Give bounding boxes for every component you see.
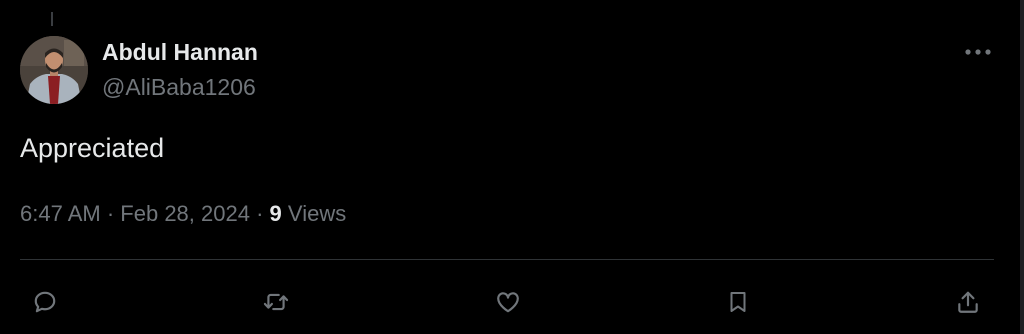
reply-icon xyxy=(34,291,56,313)
views-count: 9 xyxy=(269,201,282,226)
reply-button[interactable] xyxy=(25,282,65,322)
more-horizontal-icon xyxy=(965,49,991,55)
author-display-name[interactable]: Abdul Hannan xyxy=(102,38,258,66)
avatar-photo xyxy=(20,36,88,104)
views-label: Views xyxy=(287,201,347,226)
more-options-button[interactable] xyxy=(958,36,998,68)
retweet-icon xyxy=(263,293,289,311)
avatar[interactable] xyxy=(20,36,88,104)
scrollbar-track xyxy=(1020,0,1024,334)
bookmark-button[interactable] xyxy=(718,282,758,322)
bookmark-icon xyxy=(730,292,746,312)
tweet-time[interactable]: 6:47 AM xyxy=(20,201,101,226)
thread-connector-line xyxy=(51,12,53,26)
divider xyxy=(20,259,994,260)
share-button[interactable] xyxy=(948,282,988,322)
heart-icon xyxy=(497,292,519,313)
meta-separator: · xyxy=(256,201,264,226)
retweet-button[interactable] xyxy=(256,282,296,322)
author-handle[interactable]: @AliBaba1206 xyxy=(102,73,256,101)
like-button[interactable] xyxy=(488,282,528,322)
share-icon xyxy=(958,291,978,313)
tweet-meta: 6:47 AM · Feb 28, 2024 · 9 Views xyxy=(20,199,346,229)
meta-separator: · xyxy=(106,201,115,226)
tweet-date[interactable]: Feb 28, 2024 xyxy=(120,201,250,226)
tweet-text: Appreciated xyxy=(20,133,165,163)
